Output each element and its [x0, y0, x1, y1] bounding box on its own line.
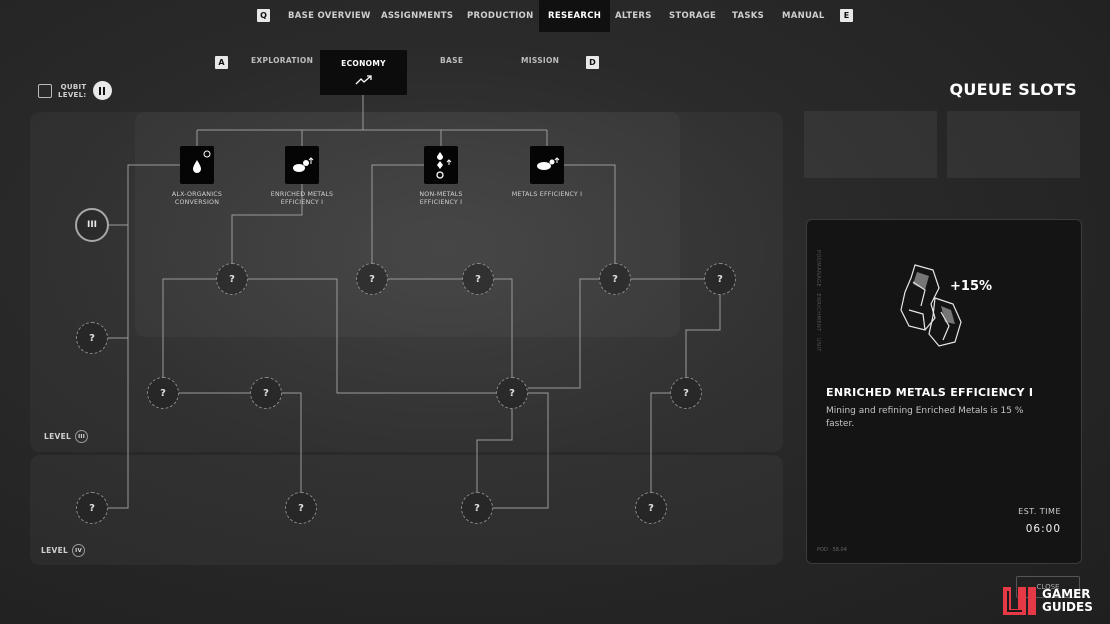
est-time-value: 06:00	[1025, 523, 1061, 535]
card-footer-text: POD · 58.04	[817, 547, 847, 553]
locked-node[interactable]: ?	[496, 377, 528, 409]
research-description: Mining and refining Enriched Metals is 1…	[826, 406, 1024, 429]
locked-node[interactable]: ?	[599, 263, 631, 295]
queue-slot-2[interactable]	[947, 111, 1080, 178]
locked-node[interactable]: ?	[704, 263, 736, 295]
research-title: ENRICHED METALS EFFICIENCY I	[826, 386, 1034, 399]
enriched-metal-ore-icon	[900, 264, 962, 347]
locked-node[interactable]: ?	[461, 492, 493, 524]
alx-organics-icon	[193, 150, 211, 173]
locked-node[interactable]: ?	[76, 322, 108, 354]
tech-non-metals-label: NON-METALS EFFICIENCY I	[419, 191, 463, 206]
queue-slots-title: QUEUE SLOTS	[949, 80, 1077, 99]
locked-node[interactable]: ?	[147, 377, 179, 409]
tier-badge: III	[75, 208, 109, 242]
est-time-label: EST. TIME	[1018, 507, 1061, 516]
locked-node[interactable]: ?	[462, 263, 494, 295]
enriched-metals-icon	[293, 157, 314, 172]
gamer-guides-watermark: GAMER GUIDES	[1000, 577, 1110, 624]
locked-node[interactable]: ?	[216, 263, 248, 295]
non-metals-icon	[436, 152, 452, 179]
locked-node[interactable]: ?	[76, 492, 108, 524]
level-3-label: LEVEL III	[44, 430, 89, 443]
locked-node[interactable]: ?	[670, 377, 702, 409]
tech-metals-label: METALS EFFICIENCY I	[511, 191, 583, 198]
bonus-percent: +15%	[950, 279, 993, 294]
queue-slot-1[interactable]	[804, 111, 937, 178]
locked-node[interactable]: ?	[285, 492, 317, 524]
level-4-label: LEVEL IV	[41, 544, 86, 557]
tech-alx-organics[interactable]	[180, 146, 214, 184]
locked-node[interactable]: ?	[356, 263, 388, 295]
tech-metals[interactable]	[530, 146, 564, 184]
research-detail-card: PODMANAGE · ENRICHMENT · UNIT +15% ENRIC…	[806, 219, 1082, 564]
tech-enriched-metals-label: ENRICHED METALS EFFICIENCY I	[270, 191, 334, 206]
card-side-text: PODMANAGE · ENRICHMENT · UNIT	[815, 250, 821, 352]
tech-enriched-metals[interactable]	[285, 146, 319, 184]
tech-alx-organics-label: ALX-ORGANICS CONVERSION	[171, 191, 223, 206]
locked-node[interactable]: ?	[250, 377, 282, 409]
locked-node[interactable]: ?	[635, 492, 667, 524]
metals-icon	[537, 157, 560, 170]
tech-non-metals[interactable]	[424, 146, 458, 184]
gamer-guides-logo-icon	[1003, 586, 1036, 615]
